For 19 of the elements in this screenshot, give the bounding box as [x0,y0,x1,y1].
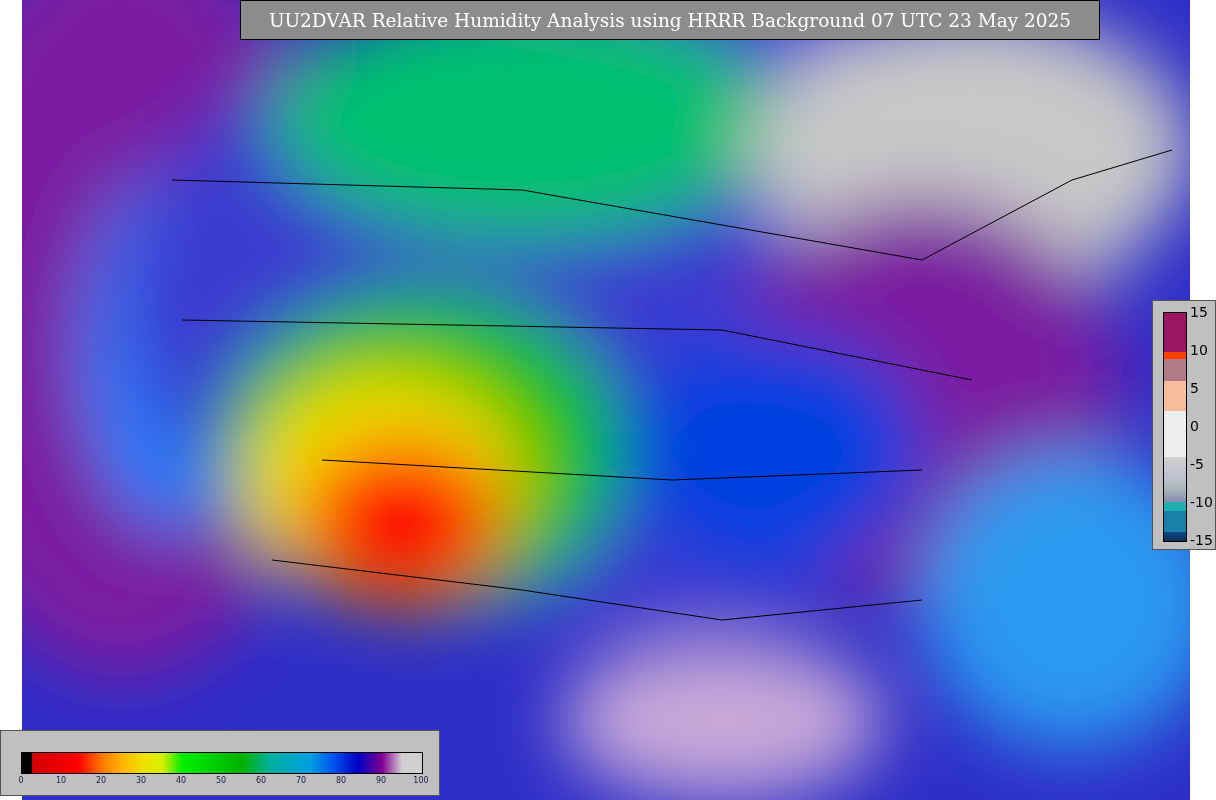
colorbar-tick-label: 50 [215,776,227,785]
colorbar-tick-label: 80 [335,776,347,785]
colorbar-tick-label: 100 [413,776,429,785]
colorbar-tick-label: 0 [1190,418,1199,434]
map-title: UU2DVAR Relative Humidity Analysis using HRRR Background 07 UTC 23 May 2025 [240,0,1100,40]
colorbar-tick-label: -10 [1190,494,1213,510]
colorbar-tick-label: -15 [1190,532,1213,548]
colorbar-tick-label: 5 [1190,380,1199,396]
colorbar-tick-label: 90 [375,776,387,785]
colorbar-tick-label: 30 [135,776,147,785]
colorbar-tick-label: 40 [175,776,187,785]
colorbar-tick-label: 0 [18,776,24,785]
colorbar-tick-label: 10 [1190,342,1208,358]
colorbar-tick-label: 15 [1190,304,1208,320]
colorbar-tick-label: 20 [95,776,107,785]
colorbar-tick-label: 70 [295,776,307,785]
colorbar-tick-label: -5 [1190,456,1204,472]
colorbar-tick-label: 60 [255,776,267,785]
colorbar-tick-label: 10 [55,776,67,785]
